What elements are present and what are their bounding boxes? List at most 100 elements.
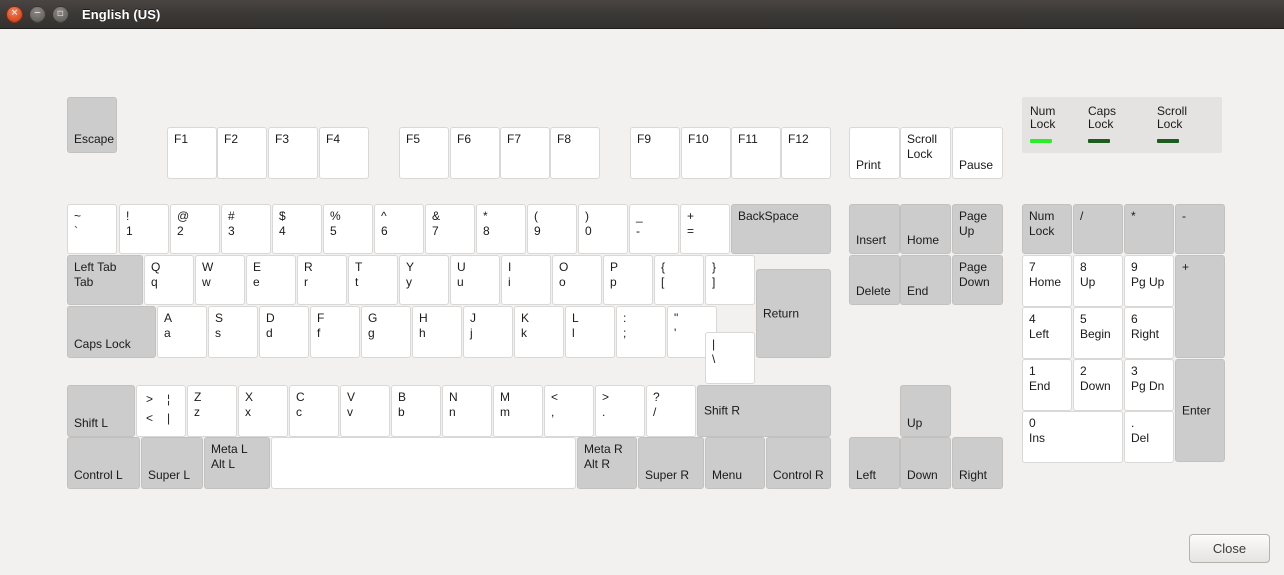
key-grave-tilde[interactable]: ~ ` xyxy=(67,204,117,254)
key-less-greater[interactable]: > ¦ < | xyxy=(136,385,186,437)
key-j[interactable]: Jj xyxy=(463,306,513,358)
key-f6[interactable]: F6 xyxy=(450,127,500,179)
key-tab[interactable]: Left Tab Tab xyxy=(67,255,143,305)
key-backspace[interactable]: BackSpace xyxy=(731,204,831,254)
key-home[interactable]: Home xyxy=(900,204,951,254)
key-f7[interactable]: F7 xyxy=(500,127,550,179)
key-5[interactable]: % 5 xyxy=(323,204,373,254)
key-numpad-7[interactable]: 7 Home xyxy=(1022,255,1072,307)
key-print[interactable]: Print xyxy=(849,127,900,179)
key-r[interactable]: Rr xyxy=(297,255,347,305)
key-g[interactable]: Gg xyxy=(361,306,411,358)
key-arrow-right[interactable]: Right xyxy=(952,437,1003,489)
key-backslash[interactable]: | \ xyxy=(705,332,755,384)
key-slash[interactable]: ? / xyxy=(646,385,696,437)
minimize-window-button[interactable]: ─ xyxy=(29,5,46,23)
key-return[interactable]: Return xyxy=(756,269,831,358)
key-v[interactable]: Vv xyxy=(340,385,390,437)
key-9[interactable]: (9 xyxy=(527,204,577,254)
key-page-up[interactable]: Page Up xyxy=(952,204,1003,254)
key-l[interactable]: Ll xyxy=(565,306,615,358)
key-f8[interactable]: F8 xyxy=(550,127,600,179)
key-bracket-right[interactable]: }] xyxy=(705,255,755,305)
key-pause[interactable]: Pause xyxy=(952,127,1003,179)
key-6[interactable]: ^ 6 xyxy=(374,204,424,254)
key-p[interactable]: Pp xyxy=(603,255,653,305)
key-numpad-3[interactable]: 3 Pg Dn xyxy=(1124,359,1174,411)
key-o[interactable]: Oo xyxy=(552,255,602,305)
key-f12[interactable]: F12 xyxy=(781,127,831,179)
key-f11[interactable]: F11 xyxy=(731,127,781,179)
key-numpad-4[interactable]: 4 Left xyxy=(1022,307,1072,359)
key-equal[interactable]: + = xyxy=(680,204,730,254)
key-numpad-enter[interactable]: Enter xyxy=(1175,359,1225,462)
key-f2[interactable]: F2 xyxy=(217,127,267,179)
key-numpad-6[interactable]: 6 Right xyxy=(1124,307,1174,359)
key-numpad-2[interactable]: 2 Down xyxy=(1073,359,1123,411)
key-f9[interactable]: F9 xyxy=(630,127,680,179)
key-d[interactable]: Dd xyxy=(259,306,309,358)
key-scroll-lock[interactable]: Scroll Lock xyxy=(900,127,951,179)
key-m[interactable]: Mm xyxy=(493,385,543,437)
key-super-left[interactable]: Super L xyxy=(141,437,203,489)
key-shift-right[interactable]: Shift R xyxy=(697,385,831,437)
key-numpad-divide[interactable]: / xyxy=(1073,204,1123,254)
maximize-window-button[interactable]: ◻ xyxy=(52,5,69,23)
key-shift-left[interactable]: Shift L xyxy=(67,385,135,437)
key-c[interactable]: Cc xyxy=(289,385,339,437)
key-f4[interactable]: F4 xyxy=(319,127,369,179)
key-numpad-1[interactable]: 1 End xyxy=(1022,359,1072,411)
key-numpad-decimal[interactable]: . Del xyxy=(1124,411,1174,463)
key-8[interactable]: * 8 xyxy=(476,204,526,254)
key-numpad-multiply[interactable]: * xyxy=(1124,204,1174,254)
key-7[interactable]: & 7 xyxy=(425,204,475,254)
key-u[interactable]: Uu xyxy=(450,255,500,305)
key-period[interactable]: >. xyxy=(595,385,645,437)
close-window-button[interactable]: ✕ xyxy=(6,5,23,23)
key-caps-lock[interactable]: Caps Lock xyxy=(67,306,156,358)
key-f[interactable]: Ff xyxy=(310,306,360,358)
key-numpad-5[interactable]: 5 Begin xyxy=(1073,307,1123,359)
close-button[interactable]: Close xyxy=(1189,534,1270,563)
key-w[interactable]: Ww xyxy=(195,255,245,305)
key-numpad-add[interactable]: + xyxy=(1175,255,1225,358)
key-end[interactable]: End xyxy=(900,255,951,305)
key-e[interactable]: Ee xyxy=(246,255,296,305)
key-f5[interactable]: F5 xyxy=(399,127,449,179)
key-q[interactable]: Qq xyxy=(144,255,194,305)
key-num-lock[interactable]: Num Lock xyxy=(1022,204,1072,254)
key-f10[interactable]: F10 xyxy=(681,127,731,179)
key-k[interactable]: Kk xyxy=(514,306,564,358)
key-3[interactable]: #3 xyxy=(221,204,271,254)
key-f1[interactable]: F1 xyxy=(167,127,217,179)
key-2[interactable]: @2 xyxy=(170,204,220,254)
key-x[interactable]: Xx xyxy=(238,385,288,437)
key-z[interactable]: Zz xyxy=(187,385,237,437)
key-control-right[interactable]: Control R xyxy=(766,437,831,489)
key-numpad-8[interactable]: 8 Up xyxy=(1073,255,1123,307)
key-n[interactable]: Nn xyxy=(442,385,492,437)
key-0[interactable]: ) 0 xyxy=(578,204,628,254)
key-numpad-9[interactable]: 9 Pg Up xyxy=(1124,255,1174,307)
key-semicolon[interactable]: :; xyxy=(616,306,666,358)
key-numpad-0[interactable]: 0 Ins xyxy=(1022,411,1123,463)
key-super-right[interactable]: Super R xyxy=(638,437,704,489)
key-space[interactable] xyxy=(271,437,576,489)
key-arrow-down[interactable]: Down xyxy=(900,437,951,489)
key-arrow-left[interactable]: Left xyxy=(849,437,900,489)
key-1[interactable]: ! 1 xyxy=(119,204,169,254)
key-comma[interactable]: <, xyxy=(544,385,594,437)
key-delete[interactable]: Delete xyxy=(849,255,900,305)
key-a[interactable]: Aa xyxy=(157,306,207,358)
key-arrow-up[interactable]: Up xyxy=(900,385,951,437)
key-h[interactable]: Hh xyxy=(412,306,462,358)
key-minus[interactable]: _ - xyxy=(629,204,679,254)
key-control-left[interactable]: Control L xyxy=(67,437,140,489)
key-4[interactable]: $4 xyxy=(272,204,322,254)
key-page-down[interactable]: Page Down xyxy=(952,255,1003,305)
key-bracket-left[interactable]: {[ xyxy=(654,255,704,305)
key-alt-right[interactable]: Meta R Alt R xyxy=(577,437,637,489)
key-f3[interactable]: F3 xyxy=(268,127,318,179)
key-i[interactable]: Ii xyxy=(501,255,551,305)
key-escape[interactable]: Escape xyxy=(67,97,117,153)
